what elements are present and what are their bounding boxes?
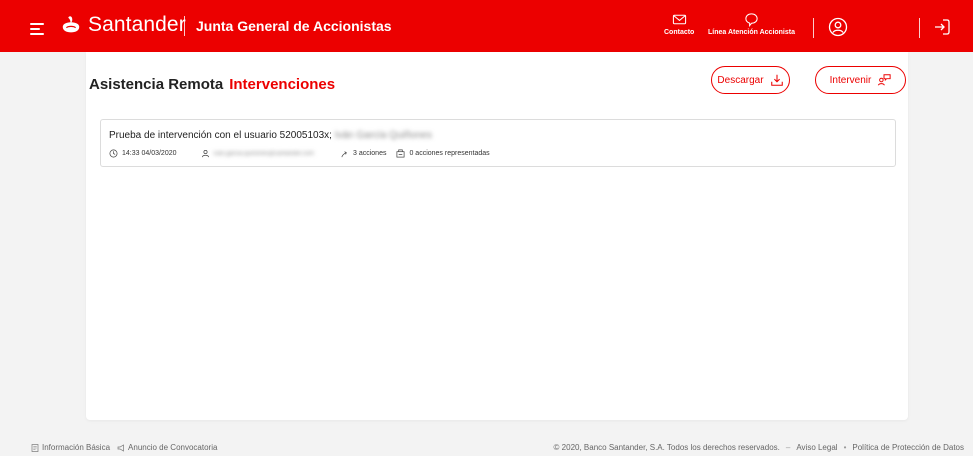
brand-name: Santander xyxy=(88,13,186,36)
intervene-icon xyxy=(878,74,891,86)
user-icon[interactable] xyxy=(828,17,848,37)
basic-info-link[interactable]: Información Básica xyxy=(31,443,110,452)
shareholder-line-label: Línea Atención Accionista xyxy=(708,29,795,36)
main-panel: Asistencia Remota Intervenciones Descarga… xyxy=(86,52,908,420)
santander-flame-icon xyxy=(62,16,80,33)
download-icon xyxy=(770,74,783,86)
announcement-label: Anuncio de Convocatoria xyxy=(128,443,218,452)
entry-text: Prueba de intervención con el usuario 52… xyxy=(109,130,332,141)
menu-icon[interactable] xyxy=(30,23,44,35)
entry-represented: 0 acciones representadas xyxy=(396,149,490,158)
document-icon xyxy=(31,443,39,452)
datetime-value: 14:33 04/03/2020 xyxy=(122,150,177,157)
footer-right-links: © 2020, Banco Santander, S.A. Todos los … xyxy=(554,443,964,452)
header-divider xyxy=(919,18,920,38)
brand-logo[interactable]: Santander xyxy=(60,12,186,38)
entry-meta: 14:33 04/03/2020 ivan.garcia.quinones@sa… xyxy=(109,149,490,158)
download-label: Descargar xyxy=(717,74,764,86)
megaphone-icon xyxy=(117,443,124,452)
page-title-accent: Intervenciones xyxy=(229,76,336,93)
legal-notice-link[interactable]: Aviso Legal xyxy=(796,443,837,452)
app-title: Junta General de Accionistas xyxy=(196,18,392,34)
intervention-entry[interactable]: Prueba de intervención con el usuario 52… xyxy=(100,119,896,167)
action-icon xyxy=(341,151,347,158)
clock-icon xyxy=(109,149,118,158)
page-title-primary: Asistencia Remota xyxy=(89,76,224,93)
represented-value: 0 acciones representadas xyxy=(409,150,490,157)
intervene-button[interactable]: Intervenir xyxy=(815,66,906,94)
header-divider xyxy=(813,18,814,38)
privacy-policy-link[interactable]: Política de Protección de Datos xyxy=(852,443,964,452)
shareholder-line-button[interactable]: Línea Atención Accionista xyxy=(708,12,795,36)
entry-user: ivan.garcia.quinones@santander.com xyxy=(201,149,315,158)
blurred-name: Iván García Quiñones xyxy=(334,130,432,141)
top-header: Santander Junta General de Accionistas C… xyxy=(0,0,973,52)
chat-icon xyxy=(745,13,758,27)
footer-separator: • xyxy=(843,443,847,452)
download-button[interactable]: Descargar xyxy=(711,66,790,94)
announcement-link[interactable]: Anuncio de Convocatoria xyxy=(117,443,217,452)
blurred-user: ivan.garcia.quinones@santander.com xyxy=(213,150,315,157)
copyright-text: © 2020, Banco Santander, S.A. Todos los … xyxy=(553,443,780,452)
entry-datetime: 14:33 04/03/2020 xyxy=(109,149,177,158)
footer-left-links: Información Básica Anuncio de Convocator… xyxy=(31,443,217,452)
page-title: Asistencia Remota Intervenciones xyxy=(89,76,335,93)
header-divider xyxy=(184,16,185,36)
entry-title: Prueba de intervención con el usuario 52… xyxy=(109,130,432,141)
contact-label: Contacto xyxy=(664,29,695,36)
logout-icon[interactable] xyxy=(932,17,952,37)
contact-button[interactable]: Contacto xyxy=(664,12,694,36)
basic-info-label: Información Básica xyxy=(42,443,111,452)
entry-actions: 3 acciones xyxy=(340,149,386,158)
user-outline-icon xyxy=(201,149,209,158)
shares-icon xyxy=(397,149,405,158)
actions-value: 3 acciones xyxy=(353,150,387,157)
intervene-label: Intervenir xyxy=(829,74,872,86)
mail-icon xyxy=(672,14,686,25)
footer: Información Básica Anuncio de Convocator… xyxy=(0,440,973,456)
footer-separator: – xyxy=(785,443,791,452)
